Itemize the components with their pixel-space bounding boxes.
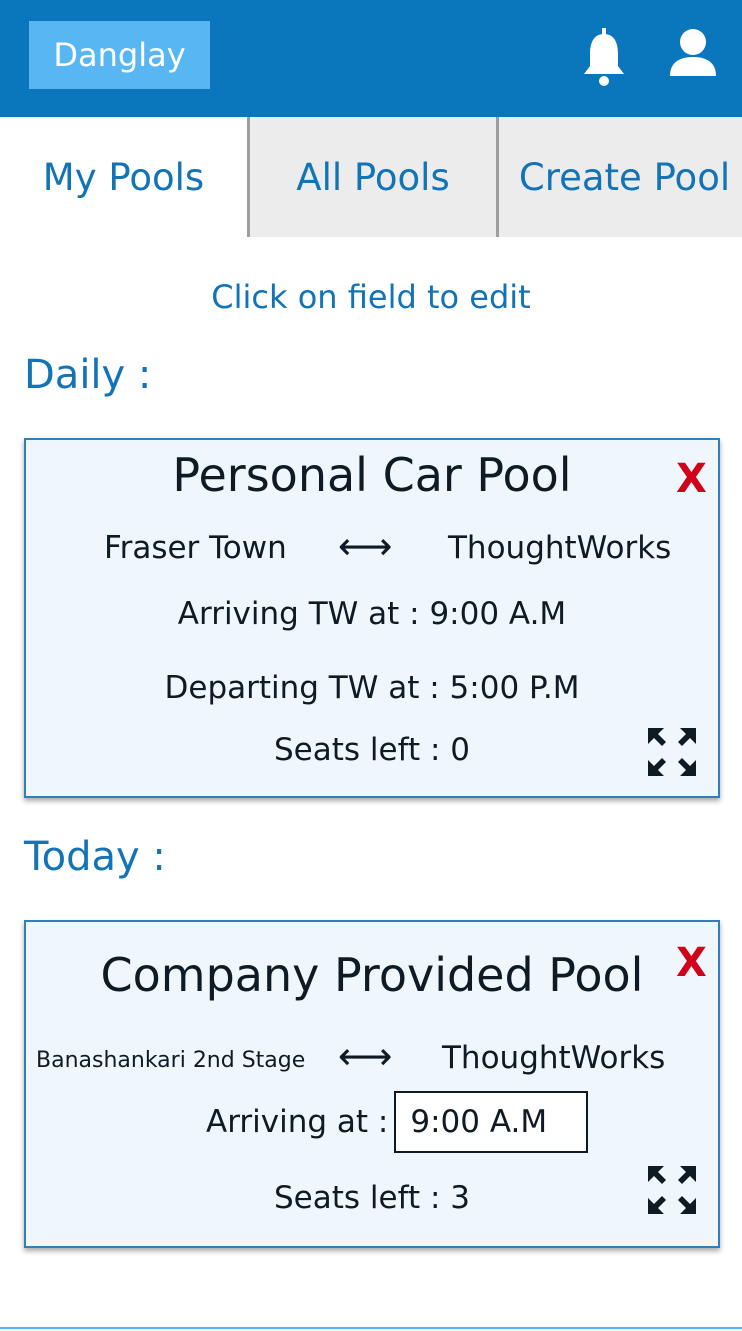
bottom-divider	[0, 1327, 742, 1329]
pool-tabs: My Pools All Pools Create Pool	[0, 117, 742, 237]
profile-button[interactable]	[666, 28, 720, 78]
route: Banashankari 2nd Stage ⟷ ThoughtWorks	[26, 1034, 718, 1080]
tab-create-pool[interactable]: Create Pool	[496, 117, 742, 237]
brand-button[interactable]: Danglay	[29, 21, 210, 89]
close-icon[interactable]: X	[676, 456, 707, 502]
top-navbar: Danglay	[0, 0, 742, 117]
today-pool-card[interactable]: Company Provided Pool X Banashankari 2nd…	[24, 920, 720, 1248]
bell-icon	[584, 28, 624, 86]
daily-pool-card[interactable]: Personal Car Pool X Fraser Town ⟷ Though…	[24, 438, 720, 798]
arrival-time-input[interactable]	[394, 1091, 589, 1153]
tab-my-pools[interactable]: My Pools	[0, 117, 247, 237]
edit-hint: Click on field to edit	[211, 278, 531, 316]
departure-time[interactable]: Departing TW at : 5:00 P.M	[26, 670, 718, 706]
seats-left[interactable]: Seats left : 3	[26, 1180, 718, 1216]
route-from[interactable]: Fraser Town	[104, 530, 287, 566]
route-to[interactable]: ThoughtWorks	[442, 1040, 665, 1076]
route: Fraser Town ⟷ ThoughtWorks	[26, 524, 718, 570]
pool-title: Personal Car Pool	[172, 448, 572, 502]
expand-button[interactable]	[646, 726, 698, 778]
close-icon[interactable]: X	[676, 940, 707, 986]
tab-all-pools[interactable]: All Pools	[247, 117, 496, 237]
expand-icon	[648, 1166, 696, 1214]
notifications-button[interactable]	[578, 26, 630, 88]
arrival-time[interactable]: Arriving TW at : 9:00 A.M	[26, 596, 718, 632]
user-icon	[670, 29, 716, 76]
expand-button[interactable]	[646, 1164, 698, 1216]
arrival-row: Arriving at :	[206, 1091, 589, 1153]
arrival-label: Arriving at :	[206, 1104, 389, 1140]
section-label-today: Today :	[24, 834, 166, 880]
pool-title: Company Provided Pool	[100, 948, 644, 1002]
expand-icon	[648, 728, 696, 776]
bidirectional-arrow-icon: ⟷	[338, 524, 393, 568]
section-label-daily: Daily :	[24, 352, 152, 398]
bidirectional-arrow-icon: ⟷	[338, 1034, 393, 1078]
seats-left[interactable]: Seats left : 0	[26, 732, 718, 768]
route-to[interactable]: ThoughtWorks	[448, 530, 671, 566]
route-from[interactable]: Banashankari 2nd Stage	[36, 1048, 305, 1073]
